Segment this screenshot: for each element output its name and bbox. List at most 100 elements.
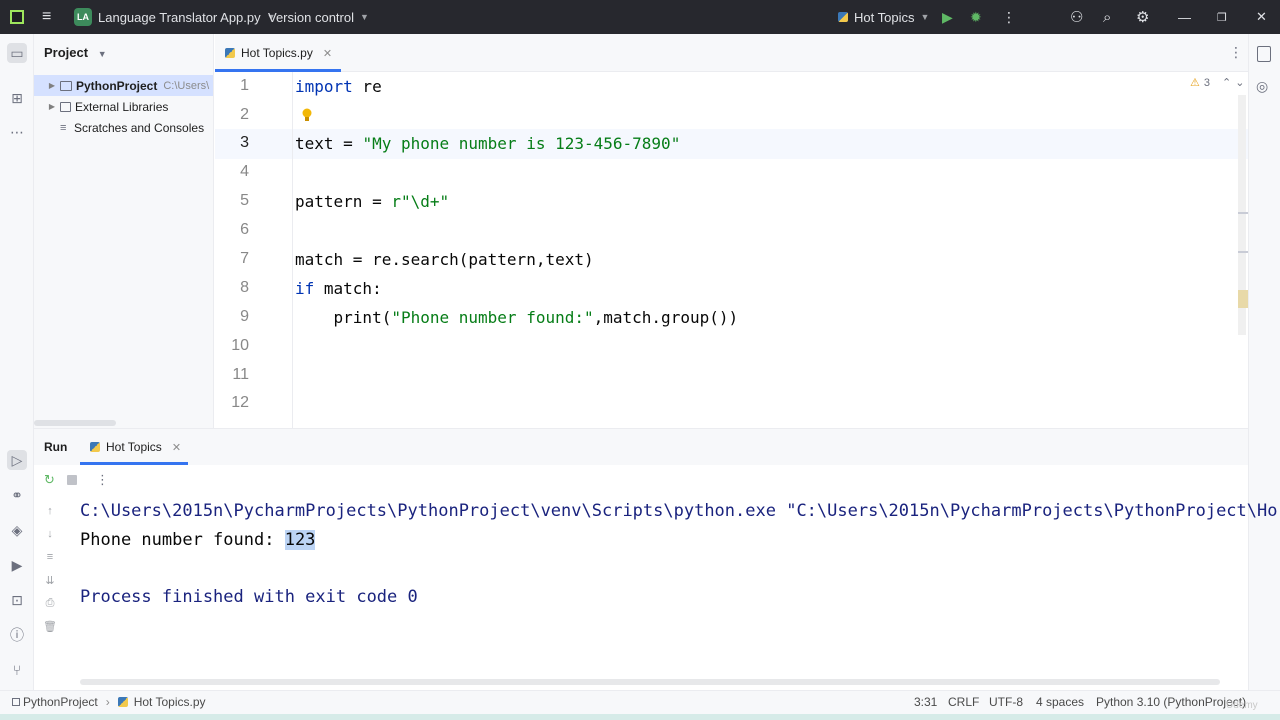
lightbulb-icon[interactable] xyxy=(302,108,312,122)
line-number: 3 xyxy=(240,134,249,151)
problems-icon[interactable]: ⓘ xyxy=(7,625,27,645)
code-line-7: match = re.search(pattern,text) xyxy=(295,250,594,269)
folder-icon xyxy=(60,80,72,91)
more-tools-icon[interactable]: ⋯ xyxy=(7,122,27,142)
code-editor[interactable]: 1 2 3 4 5 6 7 8 9 10 11 12 import re tex… xyxy=(215,72,1248,428)
taskbar-strip xyxy=(0,714,1280,720)
terminal-icon[interactable]: ⊡ xyxy=(7,590,27,610)
console-exit-line: Process finished with exit code 0 xyxy=(80,587,418,607)
project-folder-icon[interactable]: ▭ xyxy=(7,43,27,63)
python-file-icon xyxy=(225,48,235,58)
code-line-1: import re xyxy=(295,77,382,96)
tab-options-icon[interactable]: ⋮ xyxy=(1229,44,1243,61)
line-number: 9 xyxy=(240,308,249,325)
run-tab-label: Hot Topics xyxy=(106,440,162,454)
run-tab-hot-topics[interactable]: Hot Topics ✕ xyxy=(90,440,181,454)
debug-icon[interactable]: ✹ xyxy=(970,0,982,34)
python-file-icon xyxy=(838,12,848,22)
project-selector[interactable]: LA Language Translator App.py ▼ xyxy=(74,0,276,34)
project-panel: Project ▼ ▶ PythonProject C:\Users\ ▶ Ex… xyxy=(34,34,214,428)
main-menu-icon[interactable]: ≡ xyxy=(42,0,51,34)
line-number-gutter: 1 2 3 4 5 6 7 8 9 10 11 12 xyxy=(215,72,293,428)
line-number: 5 xyxy=(240,192,249,209)
scroll-up-icon[interactable]: ↑ xyxy=(42,505,58,521)
python-file-icon xyxy=(117,697,128,707)
code-line-9: print("Phone number found:",match.group(… xyxy=(295,308,739,327)
line-number: 4 xyxy=(240,163,249,180)
scrollbar-marker xyxy=(1238,251,1248,253)
settings-gear-icon[interactable]: ⚙ xyxy=(1136,0,1149,34)
pycharm-logo-icon[interactable] xyxy=(10,0,24,34)
rerun-icon[interactable]: ↻ xyxy=(44,472,55,488)
next-highlight-icon[interactable]: ⌄ xyxy=(1235,76,1244,89)
file-encoding[interactable]: UTF-8 xyxy=(989,695,1023,709)
line-separator[interactable]: CRLF xyxy=(948,695,979,709)
line-number: 1 xyxy=(240,77,249,94)
project-panel-header[interactable]: Project ▼ xyxy=(44,45,107,60)
run-config-selector[interactable]: Hot Topics ▼ xyxy=(838,0,929,34)
title-bar: ≡ LA Language Translator App.py ▼ Versio… xyxy=(0,0,1280,34)
breadcrumb-file[interactable]: Hot Topics.py xyxy=(134,695,206,709)
line-number: 7 xyxy=(240,250,249,267)
horizontal-scrollbar[interactable] xyxy=(34,420,116,426)
more-options-icon[interactable]: ⋮ xyxy=(1002,0,1016,34)
clear-all-icon[interactable]: 🗑 xyxy=(42,620,58,636)
tree-item-external-libraries[interactable]: ▶ External Libraries xyxy=(34,96,213,117)
restore-icon[interactable]: ❐ xyxy=(1217,0,1227,34)
run-tool-icon[interactable]: ▷ xyxy=(7,450,27,470)
breadcrumb-separator-icon: › xyxy=(105,695,110,709)
udemy-watermark: Udemy xyxy=(1226,700,1258,711)
scroll-down-icon[interactable]: ↓ xyxy=(42,528,58,544)
print-icon[interactable]: ⎙ xyxy=(42,597,58,613)
add-user-icon[interactable]: ⚇ xyxy=(1070,0,1083,34)
expand-arrow-icon[interactable]: ▶ xyxy=(44,81,60,90)
layers-icon[interactable]: ◈ xyxy=(7,520,27,540)
previous-highlight-icon[interactable]: ⌃ xyxy=(1222,76,1231,89)
tab-hot-topics[interactable]: Hot Topics.py ✕ xyxy=(215,34,341,72)
tree-item-label: External Libraries xyxy=(75,99,169,114)
project-badge: LA xyxy=(74,8,92,26)
python-interpreter[interactable]: Python 3.10 (PythonProject) xyxy=(1096,695,1246,709)
line-number: 12 xyxy=(231,394,249,411)
breadcrumb-project[interactable]: PythonProject xyxy=(23,695,98,709)
notifications-icon[interactable] xyxy=(1257,46,1271,62)
caret-position[interactable]: 3:31 xyxy=(914,695,937,709)
tree-item-pythonproject[interactable]: ▶ PythonProject C:\Users\ xyxy=(34,75,213,96)
scrollbar-thumb[interactable] xyxy=(1238,290,1248,308)
console-horizontal-scrollbar[interactable] xyxy=(80,679,1220,685)
chevron-down-icon: ▼ xyxy=(920,12,930,22)
code-line-8: if match: xyxy=(295,279,382,298)
library-icon xyxy=(60,101,71,112)
services-icon[interactable]: ▶ xyxy=(7,555,27,575)
soft-wrap-icon[interactable]: ≡ xyxy=(42,551,58,567)
run-toolbar: ↻ ⋮ xyxy=(34,465,1248,495)
structure-icon[interactable]: ⊞ xyxy=(7,88,27,108)
search-icon[interactable]: ⌕ xyxy=(1103,0,1111,34)
tree-item-scratches[interactable]: ≡ Scratches and Consoles xyxy=(34,117,213,138)
expand-arrow-icon[interactable]: ▶ xyxy=(44,102,60,111)
console-output-line: Phone number found: 123 xyxy=(80,530,316,550)
scrollbar-marker xyxy=(1238,212,1248,214)
ai-assistant-icon[interactable]: ◎ xyxy=(1256,78,1268,95)
close-window-icon[interactable]: ✕ xyxy=(1256,0,1267,34)
scratches-icon: ≡ xyxy=(60,121,67,134)
run-side-toolbar: ↑ ↓ ≡ ⇊ ⎙ 🗑 xyxy=(34,495,66,691)
close-run-tab-icon[interactable]: ✕ xyxy=(172,441,181,454)
minimize-icon[interactable]: — xyxy=(1178,0,1191,34)
warning-icon: ⚠ xyxy=(1190,77,1200,89)
console-command-line: C:\Users\2015n\PycharmProjects\PythonPro… xyxy=(80,501,1278,521)
close-tab-icon[interactable]: ✕ xyxy=(323,47,332,60)
stop-icon[interactable] xyxy=(67,475,77,485)
indent-setting[interactable]: 4 spaces xyxy=(1036,695,1084,709)
code-line-5: pattern = r"\d+" xyxy=(295,192,450,211)
chevron-down-icon: ▼ xyxy=(97,49,107,59)
run-icon[interactable]: ▶ xyxy=(942,0,953,34)
warnings-indicator[interactable]: ⚠ 3 ⌃ ⌄ xyxy=(1190,76,1244,90)
more-options-icon[interactable]: ⋮ xyxy=(96,472,109,488)
python-packages-icon[interactable]: ⚭ xyxy=(7,485,27,505)
git-icon[interactable]: ⑂ xyxy=(7,660,27,680)
python-file-icon xyxy=(90,442,100,452)
version-control-menu[interactable]: Version control ▼ xyxy=(268,0,369,34)
warning-count: 3 xyxy=(1203,76,1210,89)
scroll-to-end-icon[interactable]: ⇊ xyxy=(42,574,58,590)
